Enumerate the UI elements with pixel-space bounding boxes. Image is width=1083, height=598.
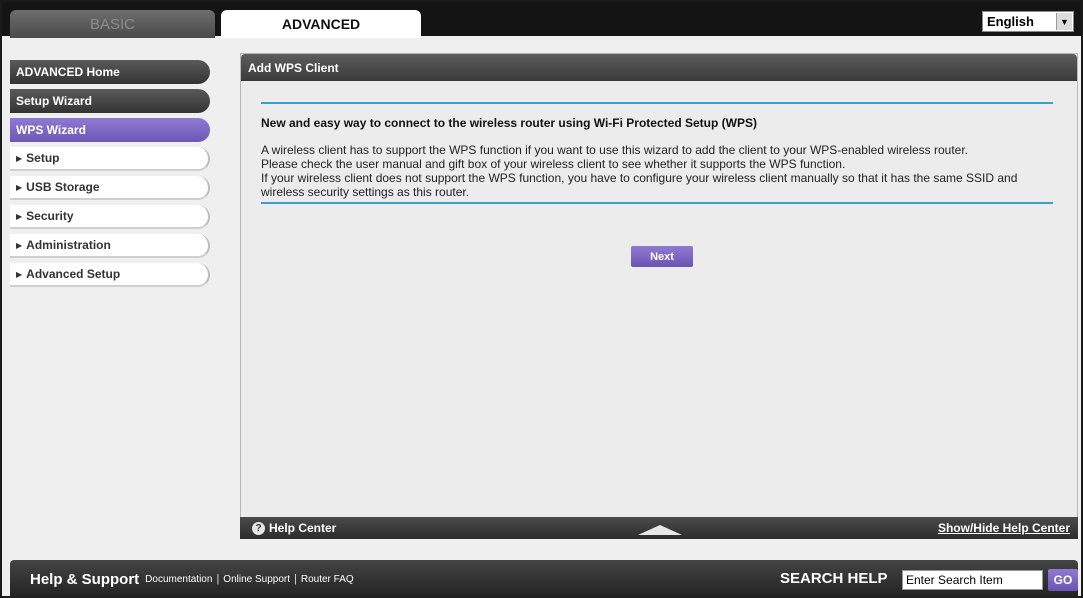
footer-title: Help & Support: [30, 570, 140, 588]
expand-triangle-icon: ▶: [16, 211, 23, 221]
panel-title: Add WPS Client: [241, 54, 1077, 81]
divider-bottom: [261, 202, 1053, 204]
sidebar-item-administration[interactable]: ▶ Administration: [10, 234, 210, 258]
online-support-link[interactable]: Online Support: [223, 574, 290, 585]
tab-advanced[interactable]: ADVANCED: [221, 10, 421, 38]
description-line: A wireless client has to support the WPS…: [261, 143, 969, 157]
sidebar-item-setup-wizard[interactable]: Setup Wizard: [10, 89, 210, 113]
panel-content: New and easy way to connect to the wirel…: [241, 102, 1077, 204]
sidebar-item-advanced-setup[interactable]: ▶ Advanced Setup: [10, 263, 210, 287]
divider-top: [261, 102, 1053, 104]
expand-triangle-icon: ▶: [16, 269, 23, 279]
language-select[interactable]: English ▼: [982, 11, 1074, 32]
go-button[interactable]: GO: [1048, 569, 1078, 591]
main-panel: Add WPS Client New and easy way to conne…: [240, 53, 1078, 539]
description-line: If your wireless client does not support…: [261, 171, 1018, 199]
show-hide-help-link[interactable]: Show/Hide Help Center: [938, 521, 1070, 535]
help-center-bar: ? Help Center Show/Hide Help Center: [240, 517, 1078, 539]
help-support-footer: Help & Support Documentation | Online Su…: [10, 560, 1078, 598]
sidebar-item-wps-wizard[interactable]: WPS Wizard: [10, 118, 210, 142]
help-question-icon[interactable]: ?: [252, 521, 265, 535]
sidebar-item-label: USB Storage: [26, 180, 100, 194]
help-center-label[interactable]: Help Center: [269, 521, 336, 535]
expand-triangle-icon: ▶: [16, 240, 23, 250]
search-input[interactable]: [902, 570, 1043, 590]
sidebar-item-advanced-home[interactable]: ADVANCED Home: [10, 60, 210, 84]
expand-triangle-icon: ▶: [16, 182, 23, 192]
sidebar-item-label: Security: [26, 209, 74, 223]
sidebar-nav: ADVANCED Home Setup Wizard WPS Wizard ▶ …: [10, 60, 210, 292]
search-help-label: SEARCH HELP: [780, 570, 888, 587]
sidebar-item-label: Advanced Setup: [26, 267, 121, 281]
expand-triangle-icon: ▶: [16, 153, 23, 163]
help-expand-triangle-icon[interactable]: [638, 525, 682, 535]
sidebar-item-label: Setup: [26, 151, 60, 165]
wps-description: A wireless client has to support the WPS…: [261, 143, 1053, 199]
sidebar-item-usb-storage[interactable]: ▶ USB Storage: [10, 176, 210, 200]
description-line: Please check the user manual and gift bo…: [261, 157, 846, 171]
sidebar-item-label: Setup Wizard: [16, 94, 92, 108]
sidebar-item-label: ADVANCED Home: [16, 65, 120, 79]
sidebar-item-label: WPS Wizard: [16, 123, 86, 137]
documentation-link[interactable]: Documentation: [145, 574, 212, 585]
router-faq-link[interactable]: Router FAQ: [301, 574, 354, 585]
footer-separator: |: [216, 573, 220, 585]
sidebar-item-label: Administration: [26, 238, 111, 252]
next-button[interactable]: Next: [631, 246, 693, 267]
wps-heading: New and easy way to connect to the wirel…: [261, 116, 757, 130]
sidebar-item-security[interactable]: ▶ Security: [10, 205, 210, 229]
footer-separator: |: [294, 573, 297, 585]
top-tab-bar: BASIC ADVANCED English ▼: [2, 2, 1081, 38]
sidebar-item-setup[interactable]: ▶ Setup: [10, 147, 210, 171]
dropdown-arrow-icon[interactable]: ▼: [1056, 13, 1072, 30]
language-selected-value: English: [987, 14, 1034, 29]
tab-basic[interactable]: BASIC: [10, 10, 215, 38]
router-admin-window: BASIC ADVANCED English ▼ ADVANCED Home S…: [0, 0, 1083, 598]
